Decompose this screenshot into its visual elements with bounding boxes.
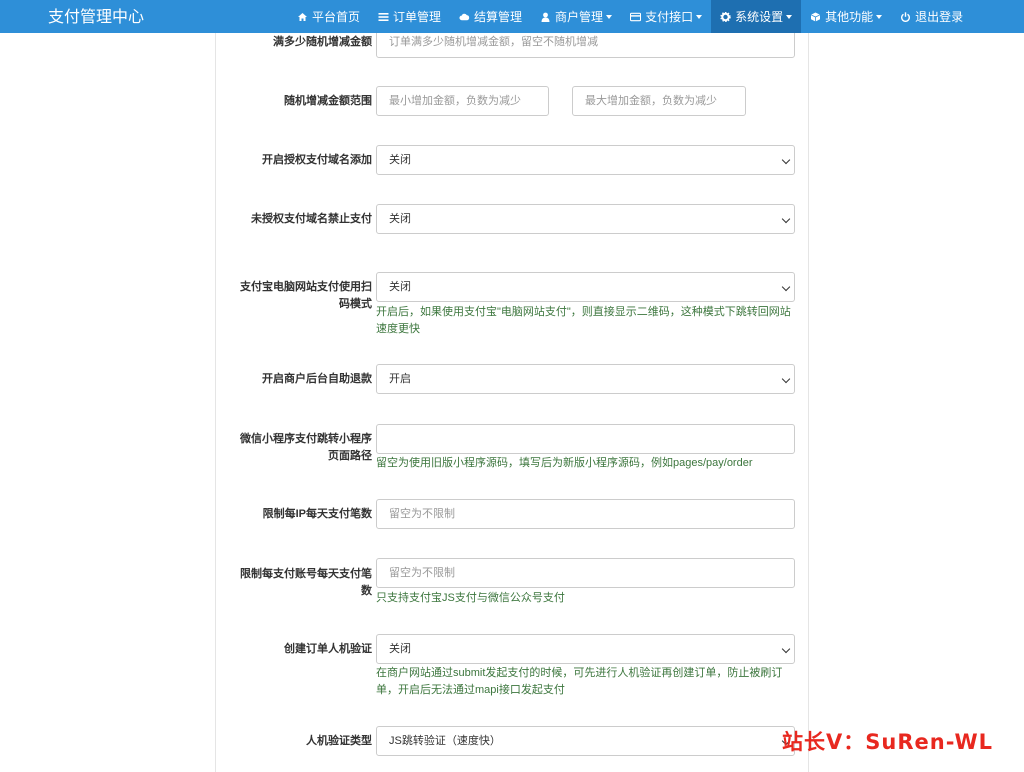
nav-payment-label: 支付接口 [645, 10, 694, 24]
chevron-down-icon [696, 14, 703, 19]
user-icon [541, 12, 550, 22]
nav-payment[interactable]: 支付接口 [621, 0, 711, 33]
nav-other-label: 其他功能 [825, 10, 874, 24]
nav-home[interactable]: 平台首页 [288, 0, 369, 33]
chevron-down-icon [786, 14, 793, 19]
brand-title[interactable]: 支付管理中心 [48, 3, 144, 27]
list-icon [378, 12, 389, 21]
merchant-refund-label: 开启商户后台自助退款 [262, 373, 372, 385]
captcha-create-label: 创建订单人机验证 [284, 643, 372, 655]
auth-domain-add-label: 开启授权支付域名添加 [262, 154, 372, 166]
wx-mini-path-input[interactable] [376, 424, 795, 454]
nav-orders-label: 订单管理 [393, 10, 442, 24]
captcha-create-help: 在商户网站通过submit发起支付的时候，可先进行人机验证再创建订单，防止被刷订… [376, 667, 783, 696]
chevron-down-icon [606, 14, 613, 19]
wx-mini-path-help: 留空为使用旧版小程序源码，填写后为新版小程序源码，例如pages/pay/ord… [376, 457, 753, 469]
alipay-qr-mode-help: 开启后，如果使用支付宝"电脑网站支付"，则直接显示二维码，这种模式下跳转回网站速… [376, 306, 791, 335]
power-icon [901, 11, 911, 22]
wx-mini-path-label: 微信小程序支付跳转小程序页面路径 [240, 433, 372, 462]
nav-logout-label: 退出登录 [915, 10, 964, 24]
nav-logout[interactable]: 退出登录 [891, 0, 972, 33]
chevron-down-icon [876, 14, 883, 19]
gear-icon [720, 11, 731, 22]
nav-orders[interactable]: 订单管理 [369, 0, 450, 33]
credit-card-icon [630, 12, 642, 21]
random-range-max-input[interactable]: 最大增加金额，负数为减少 [572, 86, 746, 116]
auth-domain-add-select[interactable]: 关闭 [376, 145, 795, 175]
nav-merchant-label: 商户管理 [555, 10, 604, 24]
watermark-text: 站长V：SuRen-WL [782, 730, 994, 754]
main-nav: 平台首页 订单管理 结算管理 商户管理 支付接口 系统设置 其他功能 退出登录 [288, 0, 972, 33]
captcha-type-select[interactable]: JS跳转验证（速度快） [376, 726, 795, 756]
nav-settlement[interactable]: 结算管理 [450, 0, 531, 33]
nav-system-settings[interactable]: 系统设置 [711, 0, 802, 33]
random-range-min-input[interactable]: 最小增加金额，负数为减少 [376, 86, 549, 116]
account-limit-help: 只支持支付宝JS支付与微信公众号支付 [376, 592, 565, 604]
account-limit-label: 限制每支付账号每天支付笔数 [240, 568, 372, 597]
alipay-qr-mode-label: 支付宝电脑网站支付使用扫码模式 [240, 281, 372, 310]
captcha-create-select[interactable]: 关闭 [376, 634, 795, 664]
top-navbar: 支付管理中心 平台首页 订单管理 结算管理 商户管理 支付接口 系统设置 其他功… [0, 0, 1024, 33]
random-amount-label: 满多少随机增减金额 [273, 36, 372, 48]
nav-merchant[interactable]: 商户管理 [531, 0, 621, 33]
account-limit-input[interactable]: 留空为不限制 [376, 558, 795, 588]
nav-settlement-label: 结算管理 [474, 10, 523, 24]
unauth-domain-block-label: 未授权支付域名禁止支付 [251, 213, 372, 225]
unauth-domain-block-select[interactable]: 关闭 [376, 204, 795, 234]
alipay-qr-mode-select[interactable]: 关闭 [376, 272, 795, 302]
nav-other[interactable]: 其他功能 [801, 0, 891, 33]
merchant-refund-select[interactable]: 开启 [376, 364, 795, 394]
cloud-icon [459, 13, 470, 20]
random-range-label: 随机增减金额范围 [284, 95, 372, 107]
nav-system-settings-label: 系统设置 [735, 10, 784, 24]
ip-limit-input[interactable]: 留空为不限制 [376, 499, 795, 529]
captcha-type-label: 人机验证类型 [306, 735, 372, 747]
home-icon [298, 12, 307, 21]
nav-home-label: 平台首页 [312, 10, 361, 24]
ip-limit-label: 限制每IP每天支付笔数 [262, 508, 372, 520]
cube-icon [810, 12, 821, 21]
